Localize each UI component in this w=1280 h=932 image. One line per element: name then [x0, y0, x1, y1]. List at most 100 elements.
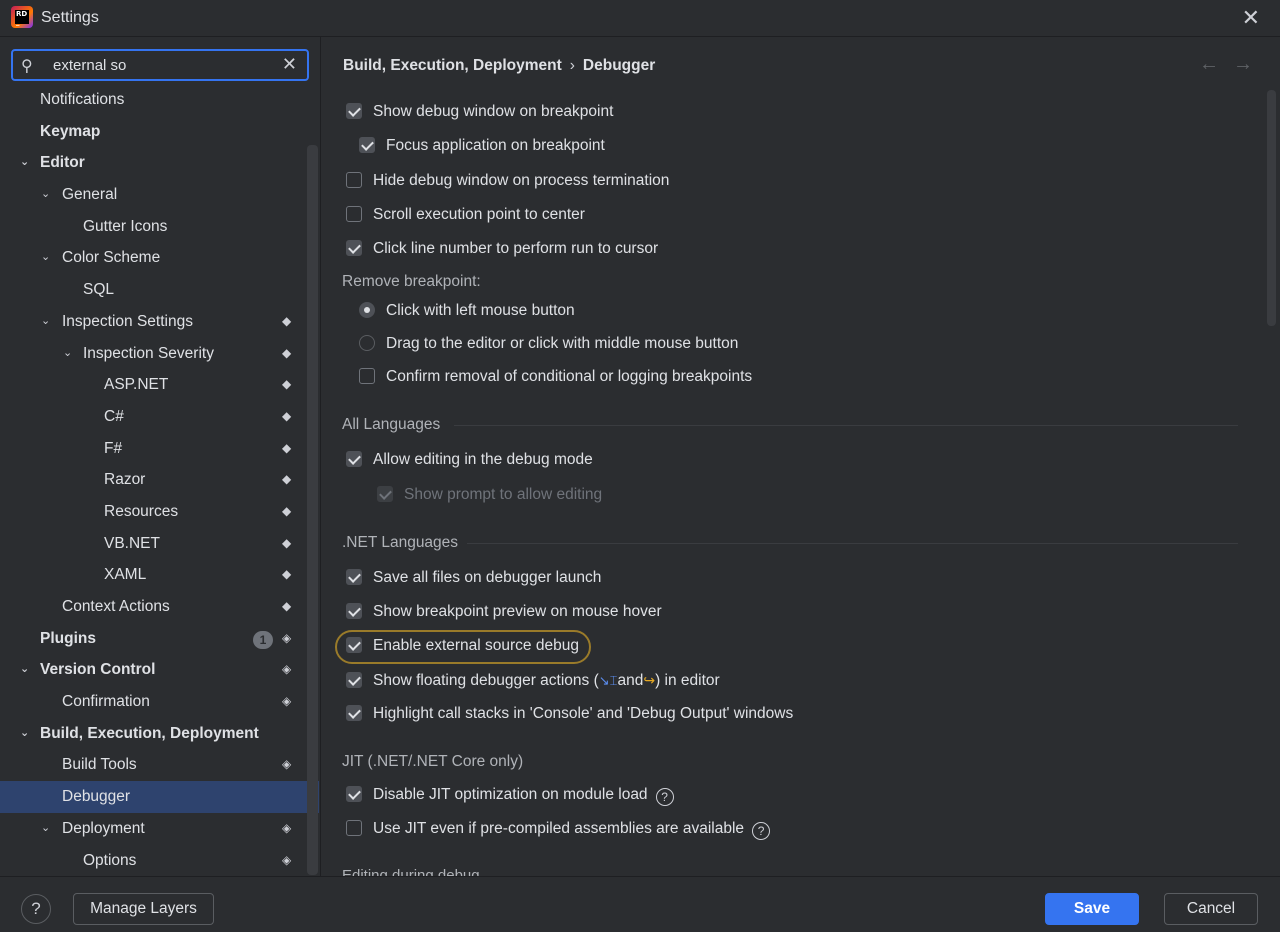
update-count-badge: 1 [253, 630, 273, 649]
checkbox[interactable] [346, 786, 362, 802]
tree-item-label: Options [83, 851, 137, 869]
settings-layer-icon: ◆ [282, 599, 292, 613]
option-breakpoint-preview[interactable]: Show breakpoint preview on mouse hover [346, 599, 662, 625]
settings-sidebar: ⚲ external so ✕ Notifications Keymap ⌄ Edit… [0, 37, 319, 876]
chevron-down-icon[interactable]: ⌄ [41, 179, 55, 211]
save-button[interactable]: Save [1045, 893, 1139, 925]
manage-layers-button[interactable]: Manage Layers [73, 893, 214, 925]
tree-item-label: ASP.NET [104, 376, 169, 394]
chevron-down-icon[interactable]: ⌄ [41, 813, 55, 845]
option-disable-jit-optimization[interactable]: Disable JIT optimization on module load? [346, 782, 674, 808]
radio-button[interactable] [359, 302, 375, 318]
settings-layer-icon: ◆ [282, 345, 292, 360]
tree-item-asp-net[interactable]: ASP.NET ◆ [0, 369, 305, 401]
chevron-down-icon[interactable]: ⌄ [20, 654, 34, 686]
sidebar-scrollbar[interactable] [307, 145, 318, 875]
tree-item-context-actions[interactable]: Context Actions ◆ [0, 591, 305, 623]
tree-item-gutter-icons[interactable]: Gutter Icons [0, 211, 305, 243]
tree-item-razor[interactable]: Razor ◆ [0, 464, 305, 496]
section-jit: JIT (.NET/.NET Core only) [342, 751, 523, 773]
clear-search-icon[interactable]: ✕ [282, 54, 297, 75]
chevron-down-icon[interactable]: ⌄ [20, 147, 34, 179]
tree-item-xaml[interactable]: XAML ◆ [0, 559, 305, 591]
checkbox[interactable] [346, 240, 362, 256]
checkbox[interactable] [359, 368, 375, 384]
option-click-line-number[interactable]: Click line number to perform run to curs… [346, 236, 658, 262]
option-label: Allow editing in the debug mode [373, 451, 593, 468]
option-hide-debug-window[interactable]: Hide debug window on process termination [346, 168, 669, 194]
tree-item-keymap[interactable]: Keymap [0, 116, 305, 148]
search-value[interactable]: external so [53, 57, 126, 74]
tree-item-label: F# [104, 439, 123, 457]
tree-item-build-tools[interactable]: Build Tools ◈ [0, 749, 305, 781]
tree-item-color-scheme[interactable]: ⌄ Color Scheme [0, 242, 305, 274]
section-editing-during-debug: Editing during debug [342, 867, 480, 876]
cancel-button[interactable]: Cancel [1164, 893, 1258, 925]
checkbox[interactable] [346, 569, 362, 585]
debugger-options: Show debug window on breakpoint Focus ap… [321, 37, 1266, 876]
tree-item-deployment[interactable]: ⌄ Deployment ◈ [0, 813, 305, 845]
tree-item-plugins[interactable]: Plugins 1 ◈ [0, 623, 305, 655]
tree-item-build-execution-deployment[interactable]: ⌄ Build, Execution, Deployment [0, 718, 305, 750]
checkbox[interactable] [346, 103, 362, 119]
search-input[interactable]: ⚲ external so ✕ [11, 49, 309, 81]
checkbox[interactable] [346, 206, 362, 222]
checkbox[interactable] [346, 172, 362, 188]
option-use-jit[interactable]: Use JIT even if pre-compiled assemblies … [346, 816, 771, 842]
tree-item-resources[interactable]: Resources ◆ [0, 496, 305, 528]
tree-item-debugger[interactable]: Debugger [0, 781, 319, 813]
settings-layer-icon: ◈ [282, 757, 292, 772]
help-icon[interactable]: ? [752, 822, 771, 840]
window-title: Settings [41, 9, 99, 26]
content-scrollbar[interactable] [1267, 90, 1276, 326]
option-scroll-execution-point[interactable]: Scroll execution point to center [346, 202, 585, 228]
option-focus-application[interactable]: Focus application on breakpoint [359, 133, 605, 159]
radio-drag-to-editor[interactable]: Drag to the editor or click with middle … [359, 331, 738, 357]
tree-item-label: VB.NET [104, 534, 160, 552]
option-highlight-call-stacks[interactable]: Highlight call stacks in 'Console' and '… [346, 701, 793, 727]
option-label: Scroll execution point to center [373, 206, 585, 223]
checkbox[interactable] [346, 603, 362, 619]
radio-button[interactable] [359, 335, 375, 351]
tree-item-notifications[interactable]: Notifications [0, 84, 305, 116]
tree-item-version-control[interactable]: ⌄ Version Control ◈ [0, 654, 305, 686]
tree-item-confirmation[interactable]: Confirmation ◈ [0, 686, 305, 718]
option-show-prompt: Show prompt to allow editing [377, 482, 602, 508]
help-button[interactable]: ? [21, 894, 51, 924]
chevron-down-icon[interactable]: ⌄ [41, 306, 55, 338]
tree-item-vb-net[interactable]: VB.NET ◆ [0, 528, 305, 560]
tree-item-f[interactable]: F# ◆ [0, 433, 305, 465]
option-enable-external-source-debug[interactable]: Enable external source debug [346, 633, 579, 659]
chevron-down-icon[interactable]: ⌄ [20, 718, 34, 750]
checkbox[interactable] [359, 137, 375, 153]
option-save-all-files[interactable]: Save all files on debugger launch [346, 565, 601, 591]
checkbox[interactable] [346, 451, 362, 467]
option-show-debug-window[interactable]: Show debug window on breakpoint [346, 99, 613, 125]
dialog-footer: ? Manage Layers Save Cancel [0, 876, 1280, 932]
tree-item-inspection-severity[interactable]: ⌄ Inspection Severity ◆ [0, 338, 305, 370]
radio-click-left-mouse[interactable]: Click with left mouse button [359, 298, 575, 324]
checkbox[interactable] [346, 820, 362, 836]
chevron-down-icon[interactable]: ⌄ [41, 242, 55, 274]
help-icon[interactable]: ? [655, 788, 674, 806]
option-floating-debugger-actions[interactable]: Show floating debugger actions (↘⌶and↪) … [346, 667, 720, 693]
tree-item-editor[interactable]: ⌄ Editor [0, 147, 305, 179]
option-allow-editing[interactable]: Allow editing in the debug mode [346, 447, 593, 473]
section-all-languages: All Languages [342, 414, 1238, 436]
tree-item-options[interactable]: Options ◈ [0, 845, 305, 877]
tree-item-label: SQL [83, 281, 115, 299]
checkbox[interactable] [346, 705, 362, 721]
option-label: Save all files on debugger launch [373, 569, 602, 586]
tree-item-label: Keymap [40, 122, 101, 140]
tree-item-general[interactable]: ⌄ General [0, 179, 305, 211]
tree-item-inspection-settings[interactable]: ⌄ Inspection Settings ◆ [0, 306, 305, 338]
tree-item-label: Build Tools [62, 756, 137, 774]
checkbox[interactable] [346, 637, 362, 653]
checkbox[interactable] [346, 672, 362, 688]
chevron-down-icon[interactable]: ⌄ [63, 338, 77, 370]
tree-item-c[interactable]: C# ◆ [0, 401, 305, 433]
tree-item-sql[interactable]: SQL [0, 274, 305, 306]
option-label: Highlight call stacks in 'Console' and '… [373, 705, 794, 722]
option-confirm-removal[interactable]: Confirm removal of conditional or loggin… [359, 364, 752, 390]
close-icon[interactable]: ✕ [1242, 5, 1260, 31]
